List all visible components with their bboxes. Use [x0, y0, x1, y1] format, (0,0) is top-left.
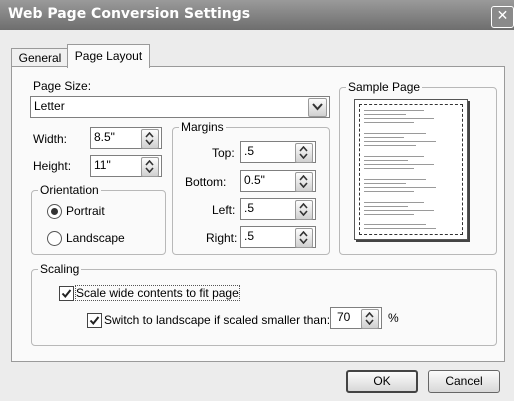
sample-text-line: [364, 156, 424, 157]
scale-threshold-stepper[interactable]: 70: [330, 307, 382, 329]
scale-threshold-spin-icon[interactable]: [361, 309, 379, 329]
sample-text-line: [364, 210, 434, 211]
tab-page-layout[interactable]: Page Layout: [67, 44, 150, 68]
page-size-value: Letter: [34, 99, 65, 113]
switch-landscape-checkbox[interactable]: [87, 313, 102, 328]
scaling-group: Scaling: [31, 262, 497, 346]
sample-text-line: [364, 191, 414, 192]
margin-top-label: Top:: [212, 146, 235, 160]
portrait-radio[interactable]: [47, 204, 62, 219]
sample-text-line: [364, 133, 426, 134]
scaling-legend: Scaling: [40, 262, 80, 276]
sample-text-line: [364, 228, 436, 229]
scale-wide-checkbox[interactable]: [59, 286, 74, 301]
sample-text-line: [364, 110, 424, 111]
page-size-label: Page Size:: [33, 79, 92, 93]
tab-general[interactable]: General: [11, 48, 69, 67]
margin-top-spin-icon[interactable]: [295, 143, 313, 163]
sample-text-line: [364, 122, 414, 123]
margin-left-spin-icon[interactable]: [295, 200, 313, 220]
sample-text-line: [364, 137, 404, 138]
cancel-button[interactable]: Cancel: [428, 370, 500, 393]
sample-page-legend: Sample Page: [348, 80, 421, 94]
width-value: 8.5": [94, 130, 115, 144]
sample-text-line: [364, 145, 416, 146]
close-icon: ✕: [496, 8, 509, 24]
sample-text-line: [364, 224, 426, 225]
height-value: 11": [94, 158, 111, 172]
landscape-label[interactable]: Landscape: [66, 231, 125, 245]
margin-top-value: .5: [244, 144, 255, 158]
sample-text-line: [364, 114, 406, 115]
height-label: Height:: [33, 159, 72, 173]
switch-landscape-label[interactable]: Switch to landscape if scaled smaller th…: [104, 313, 330, 327]
checkmark-icon: [89, 316, 100, 326]
tab-page-layout-label: Page Layout: [74, 49, 143, 63]
margin-top-stepper[interactable]: .5: [240, 141, 316, 163]
width-spin-icon[interactable]: [141, 129, 159, 149]
checkmark-icon: [61, 289, 72, 299]
ok-button-label: OK: [373, 374, 391, 388]
sample-text-line: [364, 183, 406, 184]
percent-unit-label: %: [388, 311, 399, 325]
portrait-label[interactable]: Portrait: [66, 204, 105, 218]
margin-right-value: .5: [244, 229, 255, 243]
orientation-legend: Orientation: [40, 183, 99, 197]
margin-right-spin-icon[interactable]: [295, 228, 313, 248]
margin-bottom-stepper[interactable]: 0.5": [240, 170, 316, 192]
width-stepper[interactable]: 8.5": [90, 127, 162, 149]
sample-page-preview: [354, 99, 468, 240]
sample-text-line: [364, 206, 408, 207]
dialog-window: Web Page Conversion Settings ✕ General P…: [0, 0, 514, 401]
margin-bottom-label: Bottom:: [185, 175, 227, 189]
margin-right-stepper[interactable]: .5: [240, 226, 316, 248]
margin-bottom-value: 0.5": [244, 173, 265, 187]
height-spin-icon[interactable]: [141, 157, 159, 177]
ok-button[interactable]: OK: [346, 370, 418, 393]
sample-text-line: [364, 179, 426, 180]
scale-wide-label[interactable]: Scale wide contents to fit page: [75, 285, 240, 301]
sample-text-line: [364, 202, 424, 203]
margin-left-stepper[interactable]: .5: [240, 198, 316, 220]
tab-general-label: General: [18, 51, 62, 65]
sample-text-line: [364, 214, 414, 215]
sample-page-margin-guide: [359, 104, 463, 235]
dropdown-arrow-icon[interactable]: [308, 98, 327, 117]
cancel-button-label: Cancel: [445, 374, 483, 388]
margin-left-value: .5: [244, 201, 255, 215]
page-size-dropdown[interactable]: Letter: [30, 96, 330, 118]
height-stepper[interactable]: 11": [90, 155, 162, 177]
sample-text-line: [364, 118, 434, 119]
sample-text-line: [364, 141, 436, 142]
margins-legend: Margins: [181, 120, 224, 134]
close-button[interactable]: ✕: [491, 6, 514, 28]
window-title: Web Page Conversion Settings: [8, 6, 251, 22]
scale-threshold-value: 70: [337, 310, 351, 324]
sample-text-line: [364, 168, 414, 169]
margin-left-label: Left:: [212, 203, 236, 217]
margin-right-label: Right:: [206, 231, 238, 245]
sample-text-line: [364, 164, 434, 165]
sample-text-line: [364, 160, 408, 161]
width-label: Width:: [33, 132, 68, 146]
margin-bottom-spin-icon[interactable]: [295, 172, 313, 192]
sample-text-line: [364, 187, 436, 188]
radio-selected-dot: [51, 208, 58, 215]
title-bar[interactable]: Web Page Conversion Settings ✕: [0, 0, 514, 30]
landscape-radio[interactable]: [47, 231, 62, 246]
